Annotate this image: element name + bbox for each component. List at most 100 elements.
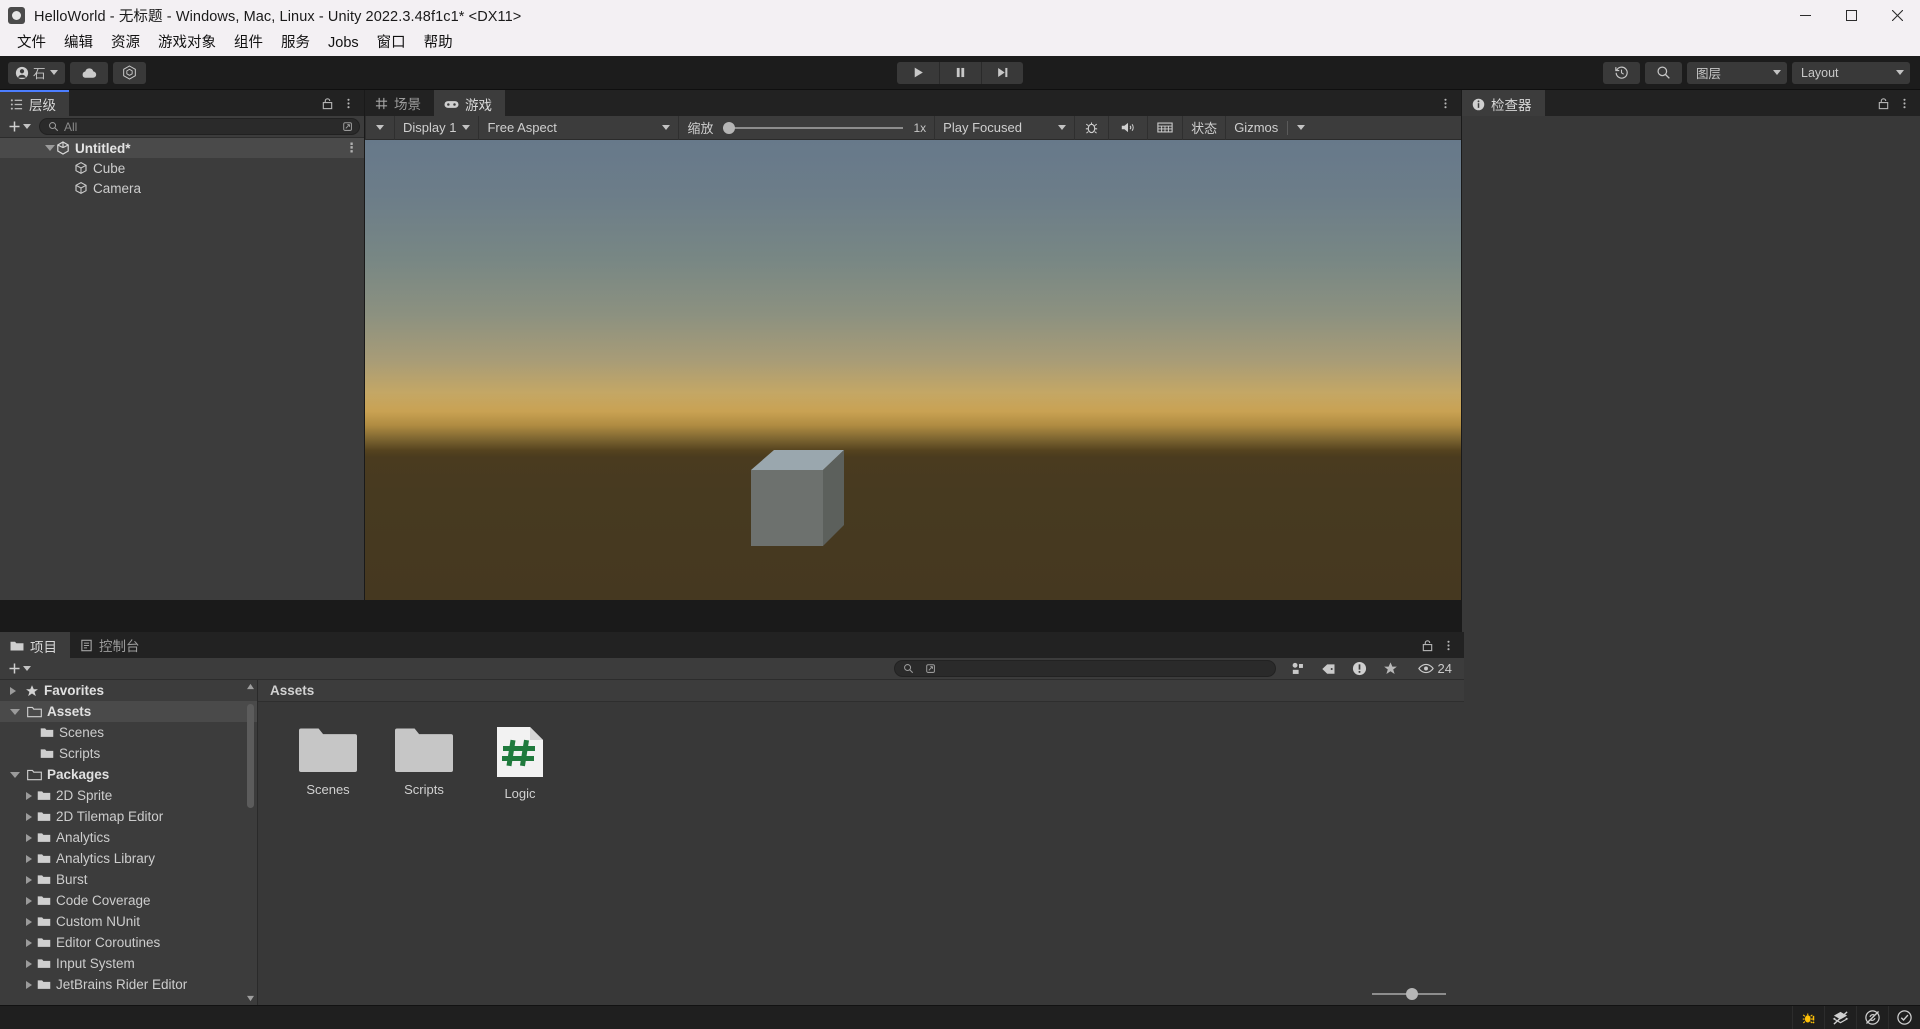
hierarchy-item-camera[interactable]: Camera	[0, 178, 364, 198]
asset-item-scripts[interactable]: Scripts	[376, 718, 472, 807]
inspector-menu-button[interactable]	[1894, 92, 1914, 114]
tab-console[interactable]: 控制台	[70, 632, 153, 658]
project-tree-item-analytics-library[interactable]: Analytics Library	[0, 848, 257, 869]
project-tree-item-packages[interactable]: Packages	[0, 764, 257, 785]
project-tree-item-favorites[interactable]: Favorites	[0, 680, 257, 701]
filter-favorites-button[interactable]	[1375, 659, 1406, 679]
play-button[interactable]	[897, 62, 939, 84]
tab-inspector[interactable]: 检查器	[1462, 90, 1545, 116]
chevron-right-icon[interactable]	[26, 834, 32, 842]
filter-by-label-button[interactable]	[1313, 659, 1344, 679]
project-tree-item-scenes[interactable]: Scenes	[0, 722, 257, 743]
chevron-down-icon[interactable]	[45, 145, 55, 151]
project-lock-button[interactable]	[1417, 634, 1437, 656]
project-search-input[interactable]	[894, 660, 1276, 677]
inspector-lock-button[interactable]	[1873, 92, 1893, 114]
project-tree-item-2d-tilemap-editor[interactable]: 2D Tilemap Editor	[0, 806, 257, 827]
menu-edit[interactable]: 编辑	[55, 31, 102, 55]
menu-jobs[interactable]: Jobs	[319, 31, 368, 55]
hierarchy-lock-button[interactable]	[317, 92, 337, 114]
minimize-button[interactable]	[1782, 0, 1828, 30]
horizontal-splitter[interactable]	[0, 600, 364, 602]
chevron-down-icon[interactable]	[10, 709, 20, 715]
horizontal-splitter[interactable]	[365, 600, 1461, 602]
search-picker-icon[interactable]	[924, 661, 939, 676]
account-button[interactable]: 石	[8, 62, 65, 84]
maximize-button[interactable]	[1828, 0, 1874, 30]
chevron-down-icon[interactable]	[10, 772, 20, 778]
menu-assets[interactable]: 资源	[102, 31, 149, 55]
project-tree-item-custom-nunit[interactable]: Custom NUnit	[0, 911, 257, 932]
tab-game[interactable]: 游戏	[434, 90, 505, 116]
search-picker-icon[interactable]	[340, 119, 355, 134]
undo-history-button[interactable]	[1603, 62, 1640, 84]
project-tree-item-code-coverage[interactable]: Code Coverage	[0, 890, 257, 911]
step-button[interactable]	[981, 62, 1023, 84]
tab-scene[interactable]: 场景	[365, 90, 434, 116]
chevron-right-icon[interactable]	[26, 960, 32, 968]
scroll-down-arrow-icon[interactable]	[246, 994, 255, 1003]
aspect-dropdown[interactable]: Free Aspect	[479, 116, 679, 140]
menu-file[interactable]: 文件	[8, 31, 55, 55]
chevron-right-icon[interactable]	[26, 876, 32, 884]
cloud-button[interactable]	[70, 62, 108, 84]
menu-gameobject[interactable]: 游戏对象	[149, 31, 225, 55]
mute-audio-button[interactable]	[1109, 116, 1148, 140]
game-view-render[interactable]	[365, 140, 1461, 600]
play-mode-dropdown[interactable]: Play Focused	[935, 116, 1075, 140]
hierarchy-add-button[interactable]	[4, 118, 35, 136]
menu-component[interactable]: 组件	[225, 31, 272, 55]
asset-zoom-knob[interactable]	[1406, 988, 1418, 1000]
close-button[interactable]	[1874, 0, 1920, 30]
scrollbar-thumb[interactable]	[247, 704, 254, 808]
game-view-options-dropdown[interactable]	[365, 116, 395, 140]
project-tree-item-burst[interactable]: Burst	[0, 869, 257, 890]
chevron-right-icon[interactable]	[26, 981, 32, 989]
tab-project[interactable]: 项目	[0, 632, 70, 658]
chevron-right-icon[interactable]	[26, 813, 32, 821]
hierarchy-search-input[interactable]: All	[39, 118, 360, 135]
bug-report-button[interactable]	[1075, 116, 1109, 140]
project-tree-item-jetbrains-rider-editor[interactable]: JetBrains Rider Editor	[0, 974, 257, 995]
chevron-right-icon[interactable]	[26, 918, 32, 926]
menu-services[interactable]: 服务	[272, 31, 319, 55]
project-tree-scrollbar[interactable]	[246, 682, 255, 1003]
status-ok-button[interactable]	[1888, 1006, 1920, 1029]
status-layers-off-button[interactable]	[1824, 1006, 1856, 1029]
project-tree-item-input-system[interactable]: Input System	[0, 953, 257, 974]
game-menu-button[interactable]	[1435, 92, 1455, 114]
toolbar-search-button[interactable]	[1645, 62, 1682, 84]
menu-help[interactable]: 帮助	[415, 31, 462, 55]
scale-slider-knob[interactable]	[723, 122, 735, 134]
status-no-refresh-button[interactable]	[1856, 1006, 1888, 1029]
asset-zoom-slider[interactable]	[1372, 993, 1446, 995]
chevron-right-icon[interactable]	[26, 855, 32, 863]
asset-item-scenes[interactable]: Scenes	[280, 718, 376, 807]
breadcrumb[interactable]: Assets	[258, 680, 1464, 702]
filter-by-type-button[interactable]	[1282, 659, 1313, 679]
filter-warnings-button[interactable]	[1344, 659, 1375, 679]
status-bug-warning-button[interactable]	[1792, 1006, 1824, 1029]
chevron-right-icon[interactable]	[26, 792, 32, 800]
project-tree-item-2d-sprite[interactable]: 2D Sprite	[0, 785, 257, 806]
stats-grid-button[interactable]	[1148, 116, 1183, 140]
hierarchy-item-scene[interactable]: Untitled* ⋮	[0, 138, 364, 158]
gizmos-dropdown[interactable]: Gizmos	[1226, 116, 1317, 140]
project-tree-item-analytics[interactable]: Analytics	[0, 827, 257, 848]
menu-window[interactable]: 窗口	[368, 31, 415, 55]
scale-slider-group[interactable]: 缩放 1x	[679, 116, 935, 140]
layout-dropdown[interactable]: Layout	[1792, 62, 1910, 84]
project-tree-item-assets[interactable]: Assets	[0, 701, 257, 722]
asset-item-logic[interactable]: Logic	[472, 718, 568, 807]
chevron-right-icon[interactable]	[26, 897, 32, 905]
hierarchy-item-menu[interactable]: ⋮	[345, 140, 358, 156]
display-dropdown[interactable]: Display 1	[395, 116, 479, 140]
scroll-up-arrow-icon[interactable]	[246, 682, 255, 691]
tab-hierarchy[interactable]: 层级	[0, 90, 69, 116]
project-tree-item-scripts[interactable]: Scripts	[0, 743, 257, 764]
hierarchy-menu-button[interactable]	[338, 92, 358, 114]
pause-button[interactable]	[939, 62, 981, 84]
project-add-button[interactable]	[4, 660, 35, 678]
project-tree-item-editor-coroutines[interactable]: Editor Coroutines	[0, 932, 257, 953]
project-menu-button[interactable]	[1438, 634, 1458, 656]
